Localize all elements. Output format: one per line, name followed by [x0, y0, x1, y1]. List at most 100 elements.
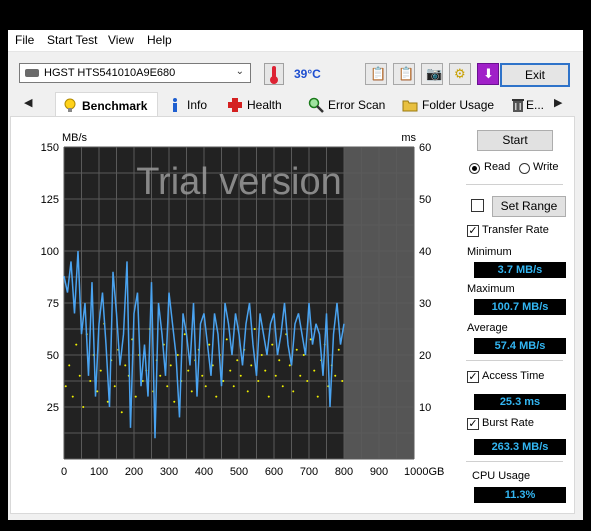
x-tick-label: 600	[265, 466, 283, 478]
app-window: File Start Test View Help HGST HTS541010…	[8, 30, 583, 520]
burst-rate-value: 263.3 MB/s	[474, 439, 566, 455]
y-right-tick-label: 20	[419, 350, 431, 362]
temperature-value: 39°C	[294, 67, 321, 81]
access-time-point	[232, 385, 235, 388]
save-button[interactable]: ⬇	[477, 63, 499, 85]
menu-bar: File Start Test View Help	[8, 30, 583, 52]
tab-label: Info	[187, 98, 208, 112]
access-time-point	[82, 406, 85, 408]
y-right-tick-label: 40	[419, 246, 431, 258]
folder-icon	[402, 100, 418, 112]
tab-scroll-left-icon[interactable]: ◀	[24, 96, 32, 109]
tab-error-scan[interactable]: Error Scan	[302, 94, 394, 116]
benchmark-chart: Trial version MB/s ms 25 50 75 100 125 150 10 20 30…	[41, 132, 445, 478]
tab-info[interactable]: Info	[161, 94, 219, 116]
access-time-point	[225, 338, 228, 341]
transfer-rate-checkbox[interactable]: ✓	[467, 225, 479, 237]
access-time-point	[292, 390, 295, 393]
write-label: Write	[533, 161, 559, 173]
y-right-tick-label: 10	[419, 402, 431, 414]
access-time-point	[278, 359, 281, 362]
tab-health[interactable]: Health	[221, 94, 299, 116]
access-time-point	[264, 369, 267, 372]
drive-select[interactable]: HGST HTS541010A9E680 ⌄	[19, 63, 251, 83]
access-time-point	[124, 364, 127, 367]
x-tick-label: 900	[370, 466, 388, 478]
menu-help[interactable]: Help	[147, 33, 172, 47]
access-time-point	[169, 364, 172, 367]
access-time-point	[173, 400, 176, 403]
access-time-point	[246, 390, 249, 393]
access-time-point	[222, 380, 225, 382]
options-button[interactable]: ⚙	[449, 63, 471, 85]
range-checkbox[interactable]	[471, 199, 484, 212]
tab-folder-usage[interactable]: Folder Usage	[396, 94, 500, 116]
divider	[466, 360, 563, 361]
access-time-point	[78, 374, 81, 377]
access-time-point	[250, 364, 253, 367]
burst-rate-label: Burst Rate	[482, 417, 534, 429]
average-label: Average	[467, 322, 508, 334]
access-time-point	[299, 374, 302, 377]
menu-view[interactable]: View	[108, 33, 134, 47]
tab-label: Health	[247, 98, 282, 112]
x-tick-label: 300	[160, 466, 178, 478]
access-time-point	[134, 395, 137, 398]
screenshot-icon: 📷	[426, 66, 443, 81]
cpu-usage-label: CPU Usage	[472, 470, 531, 482]
divider	[466, 184, 563, 185]
x-tick-label: 200	[125, 466, 143, 478]
access-time-point	[316, 395, 319, 398]
access-time-point	[166, 385, 169, 388]
write-radio[interactable]	[519, 163, 530, 174]
tab-strip: ◀ Benchmark Info Health Error Scan Folde…	[8, 92, 583, 118]
access-time-checkbox[interactable]: ✓	[467, 371, 479, 383]
average-value: 57.4 MB/s	[474, 338, 566, 354]
copy-image-button[interactable]: 📋	[393, 63, 415, 85]
copy-text-button[interactable]: 📋	[365, 63, 387, 85]
options-icon: ⚙	[454, 66, 466, 81]
access-time-point	[201, 374, 204, 377]
read-radio[interactable]	[469, 163, 480, 174]
status-bar	[8, 515, 583, 520]
access-time-point	[271, 343, 274, 346]
y-left-tick-label: 100	[41, 246, 59, 258]
access-time-point	[75, 343, 78, 346]
start-button[interactable]: Start	[477, 130, 553, 151]
magnifier-icon	[308, 97, 324, 113]
tab-erase[interactable]: E...	[504, 94, 548, 116]
y-left-unit: MB/s	[62, 132, 88, 144]
access-time-point	[204, 385, 207, 388]
tab-label: Benchmark	[82, 99, 148, 113]
save-icon: ⬇	[483, 66, 494, 81]
x-tick-label: 500	[230, 466, 248, 478]
access-time-point	[295, 348, 298, 351]
burst-rate-checkbox[interactable]: ✓	[467, 418, 479, 430]
menu-file[interactable]: File	[15, 33, 34, 47]
set-range-button[interactable]: Set Range	[492, 196, 566, 217]
tab-benchmark[interactable]: Benchmark	[55, 92, 158, 118]
access-time-point	[253, 328, 256, 330]
health-cross-icon	[228, 98, 242, 112]
maximum-label: Maximum	[467, 283, 515, 295]
benchmark-panel: Trial version MB/s ms 25 50 75 100 125 150 10 20 30…	[10, 116, 575, 514]
tab-scroll-right-icon[interactable]: ▶	[554, 96, 562, 109]
access-time-point	[267, 395, 270, 398]
exit-button[interactable]: Exit	[500, 63, 570, 87]
y-left-tick-label: 125	[41, 194, 59, 206]
access-time-point	[183, 333, 186, 336]
watermark-text: Trial version	[136, 161, 342, 203]
access-time-value: 25.3 ms	[474, 394, 566, 410]
access-time-point	[236, 359, 239, 362]
access-time-point	[68, 364, 71, 367]
y-right-tick-label: 30	[419, 298, 431, 310]
screenshot-button[interactable]: 📷	[421, 63, 443, 85]
chevron-down-icon: ⌄	[235, 66, 244, 77]
access-time-point	[96, 390, 99, 393]
menu-start-test[interactable]: Start Test	[47, 33, 97, 47]
access-time-point	[274, 374, 277, 377]
tab-label: Error Scan	[328, 98, 386, 112]
x-tick-label: 800	[335, 466, 353, 478]
access-time-point	[302, 354, 305, 356]
x-tick-label: 100	[90, 466, 108, 478]
